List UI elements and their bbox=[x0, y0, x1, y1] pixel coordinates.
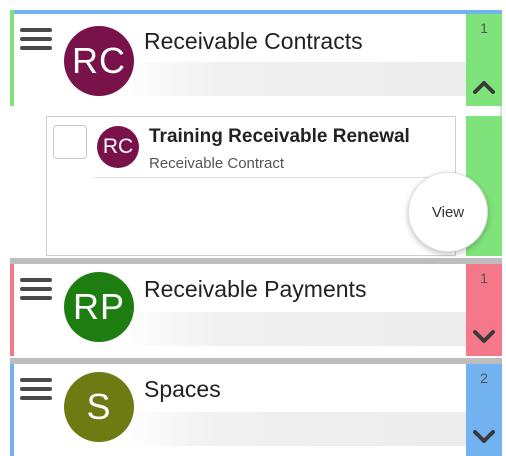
section-toggle[interactable]: 1 bbox=[466, 264, 502, 356]
view-button[interactable]: View bbox=[408, 172, 488, 252]
section-receivable-payments: RP Receivable Payments 1 bbox=[10, 264, 502, 356]
menu-icon[interactable] bbox=[20, 28, 52, 50]
section-left-border bbox=[10, 264, 14, 356]
menu-icon[interactable] bbox=[20, 378, 52, 400]
chevron-down-icon bbox=[473, 330, 495, 343]
chevron-down-icon bbox=[473, 430, 495, 443]
avatar: RP bbox=[64, 272, 134, 342]
select-checkbox[interactable] bbox=[53, 125, 87, 159]
section-spaces: S Spaces 2 bbox=[10, 364, 502, 456]
card-title[interactable]: Training Receivable Renewal bbox=[149, 126, 410, 148]
card-subtitle: Receivable Contract bbox=[149, 155, 285, 172]
chevron-up-icon bbox=[473, 81, 495, 94]
section-receivable-contracts: RC Receivable Contracts 1 bbox=[10, 10, 502, 106]
section-toggle[interactable]: 1 bbox=[466, 14, 502, 106]
section-left-border bbox=[10, 10, 14, 106]
card-divider bbox=[93, 177, 453, 178]
avatar: RC bbox=[97, 126, 139, 168]
item-count: 1 bbox=[480, 20, 488, 36]
section-header-fade bbox=[118, 62, 466, 96]
avatar: S bbox=[64, 372, 134, 442]
section-title: Receivable Payments bbox=[144, 276, 367, 302]
list-item[interactable]: RC Training Receivable Renewal Receivabl… bbox=[46, 116, 456, 256]
avatar: RC bbox=[64, 26, 134, 96]
section-header-fade bbox=[118, 312, 466, 346]
section-left-border bbox=[10, 364, 14, 456]
section-toggle[interactable]: 2 bbox=[466, 364, 502, 456]
section-title: Spaces bbox=[144, 376, 221, 402]
item-count: 2 bbox=[480, 370, 488, 386]
section-title: Receivable Contracts bbox=[144, 28, 363, 54]
menu-icon[interactable] bbox=[20, 278, 52, 300]
section-header-fade bbox=[118, 412, 466, 446]
section-top-border bbox=[10, 10, 502, 14]
item-count: 1 bbox=[480, 270, 488, 286]
